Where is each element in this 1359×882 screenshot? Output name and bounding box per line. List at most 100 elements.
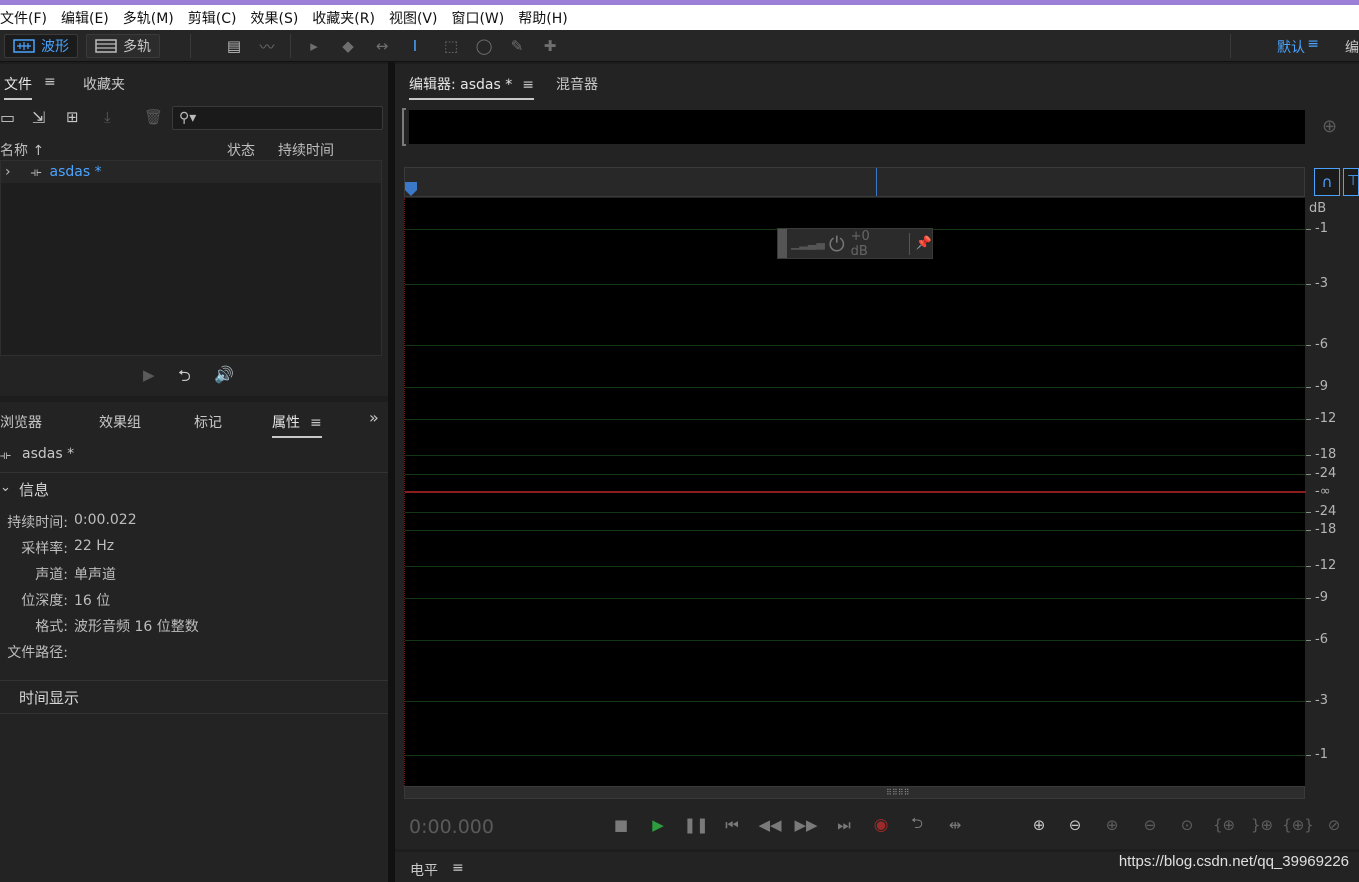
tab-files[interactable]: 文件: [4, 74, 32, 100]
gain-knob-icon[interactable]: ⏻: [829, 232, 845, 256]
properties-file-name: asdas *: [22, 446, 75, 462]
hud-meter-icon: ▁▂▃▄: [790, 237, 825, 250]
time-selection-tool-icon[interactable]: I: [405, 37, 425, 55]
hud-pin-icon[interactable]: 📌: [916, 236, 932, 251]
zoom-to-selection-icon[interactable]: {⊕}: [1282, 814, 1314, 836]
loop-playback-icon[interactable]: ⮌: [906, 814, 928, 836]
info-section-header[interactable]: 信息: [19, 479, 49, 500]
import-file-icon[interactable]: ⇲: [32, 108, 45, 127]
panel-overflow-icon[interactable]: »: [369, 408, 379, 427]
brush-tool-icon[interactable]: ✎: [507, 37, 527, 55]
menu-edit[interactable]: 编辑(E): [61, 8, 116, 28]
horizontal-zoom-scrollbar[interactable]: ⠿⠿⠿⠿: [404, 786, 1305, 799]
editor-menu-icon[interactable]: ≡: [522, 77, 534, 93]
file-row[interactable]: › ⟛ asdas *: [1, 161, 381, 183]
waveform-overview[interactable]: [409, 110, 1305, 144]
zoom-out-full-icon[interactable]: ⊙: [1174, 814, 1200, 836]
menu-clip[interactable]: 剪辑(C): [188, 8, 244, 28]
menu-view[interactable]: 视图(V): [389, 8, 445, 28]
lasso-tool-icon[interactable]: ◯: [474, 37, 494, 55]
move-to-previous-icon[interactable]: ⏮: [721, 814, 743, 836]
tab-favorites[interactable]: 收藏夹: [83, 74, 125, 94]
insert-into-multitrack-icon[interactable]: ⤓: [104, 108, 111, 126]
waveform-mode-button[interactable]: 波形: [4, 34, 78, 58]
zoom-out-amplitude-icon[interactable]: ⊖: [1062, 814, 1088, 836]
play-icon[interactable]: ▶: [143, 366, 155, 384]
menu-file[interactable]: 文件(F): [0, 8, 54, 28]
files-panel-menu-icon[interactable]: ≡: [44, 74, 56, 90]
waveform-display[interactable]: [404, 198, 1306, 786]
file-search-input[interactable]: ⚲▾: [172, 106, 383, 130]
record-icon[interactable]: ◉: [870, 814, 892, 836]
marquee-tool-icon[interactable]: ⬚: [441, 37, 461, 55]
db-tick: [1306, 284, 1311, 285]
zoom-in-at-start-icon[interactable]: {⊕: [1211, 814, 1237, 836]
slip-tool-icon[interactable]: ↔: [372, 37, 392, 55]
tab-markers[interactable]: 标记: [194, 412, 222, 432]
new-file-icon[interactable]: ⊞: [66, 108, 79, 126]
tab-mixer[interactable]: 混音器: [556, 74, 598, 94]
hud-drag-handle[interactable]: [778, 229, 787, 258]
multitrack-mode-button[interactable]: 多轨: [86, 34, 160, 58]
move-tool-icon[interactable]: ▸: [304, 37, 324, 55]
properties-menu-icon[interactable]: ≡: [310, 415, 322, 431]
zoom-in-time-icon[interactable]: ⊕: [1099, 814, 1125, 836]
tab-media-browser[interactable]: 浏览器: [0, 412, 42, 432]
selection-marker[interactable]: [876, 168, 877, 196]
spot-healing-tool-icon[interactable]: ✚: [540, 37, 560, 55]
zoom-navigator-icon[interactable]: ⊕: [1322, 116, 1337, 137]
move-to-next-icon[interactable]: ⏭: [833, 814, 855, 836]
silence-center-line: [405, 491, 1306, 493]
rewind-icon[interactable]: ◀◀: [758, 814, 781, 836]
prop-label-sample-rate: 采样率:: [21, 541, 68, 557]
fast-forward-icon[interactable]: ▶▶: [794, 814, 817, 836]
tab-effects-rack[interactable]: 效果组: [99, 412, 141, 432]
level-panel-title[interactable]: 电平: [410, 860, 438, 880]
panel-divider[interactable]: [388, 62, 395, 882]
current-time-display[interactable]: 0:00.000: [409, 816, 494, 838]
level-panel-menu-icon[interactable]: ≡: [452, 860, 464, 876]
column-duration[interactable]: 持续时间: [278, 140, 334, 160]
menu-multitrack[interactable]: 多轨(M): [123, 8, 181, 28]
play-icon[interactable]: ▶: [647, 814, 669, 836]
stop-icon[interactable]: ■: [610, 814, 632, 836]
column-status[interactable]: 状态: [227, 140, 255, 160]
expand-chevron-icon[interactable]: ›: [5, 164, 11, 180]
razor-tool-icon[interactable]: ◆: [338, 37, 358, 55]
scrollbar-grip-icon[interactable]: ⠿⠿⠿⠿: [886, 788, 909, 797]
overview-zoom-handle[interactable]: [402, 108, 406, 146]
playhead-marker-icon[interactable]: [405, 182, 417, 196]
spectral-frequency-icon[interactable]: ▤: [224, 37, 244, 55]
marker-pin-icon[interactable]: ⊤: [1343, 168, 1359, 196]
tab-properties[interactable]: 属性 ≡: [272, 412, 322, 438]
db-scale: dB -1 -3 -6 -9 -12 -18 -24 -∞ -24 -18 -1…: [1306, 198, 1359, 786]
workspace-menu-icon[interactable]: ≡: [1307, 36, 1319, 52]
auto-play-speaker-icon[interactable]: 🔊: [214, 365, 234, 384]
zoom-in-amplitude-icon[interactable]: ⊕: [1026, 814, 1052, 836]
collapse-chevron-icon[interactable]: ⌄: [0, 480, 11, 495]
column-name[interactable]: 名称 ↑: [0, 140, 44, 160]
loop-icon[interactable]: ⮌: [178, 365, 191, 392]
tab-editor[interactable]: 编辑器: asdas * ≡: [409, 74, 534, 100]
zoom-reset-icon[interactable]: ⊘: [1321, 814, 1347, 836]
menu-favorites[interactable]: 收藏夹(R): [312, 8, 382, 28]
pause-icon[interactable]: ❚❚: [683, 814, 708, 836]
workspace-default[interactable]: 默认: [1277, 37, 1305, 57]
zoom-in-at-end-icon[interactable]: }⊕: [1249, 814, 1275, 836]
waveform-icon: [13, 39, 35, 53]
workspace-edit[interactable]: 编: [1345, 37, 1359, 57]
spectral-pitch-icon[interactable]: 〰: [257, 37, 277, 56]
skip-selection-icon[interactable]: ⇹: [944, 814, 966, 836]
db-label-infinity: -∞: [1315, 484, 1331, 499]
timeline-ruler[interactable]: [404, 167, 1305, 197]
menu-window[interactable]: 窗口(W): [451, 8, 511, 28]
delete-icon[interactable]: 🗑: [144, 108, 163, 126]
open-file-icon[interactable]: ▭: [0, 108, 15, 127]
db-gridline: [405, 419, 1306, 420]
snap-magnet-icon[interactable]: ∩: [1314, 168, 1340, 196]
menu-help[interactable]: 帮助(H): [518, 8, 574, 28]
sort-up-icon: ↑: [28, 143, 45, 159]
menu-effects[interactable]: 效果(S): [250, 8, 305, 28]
zoom-out-time-icon[interactable]: ⊖: [1137, 814, 1163, 836]
time-display-section-header[interactable]: 时间显示: [19, 687, 79, 708]
